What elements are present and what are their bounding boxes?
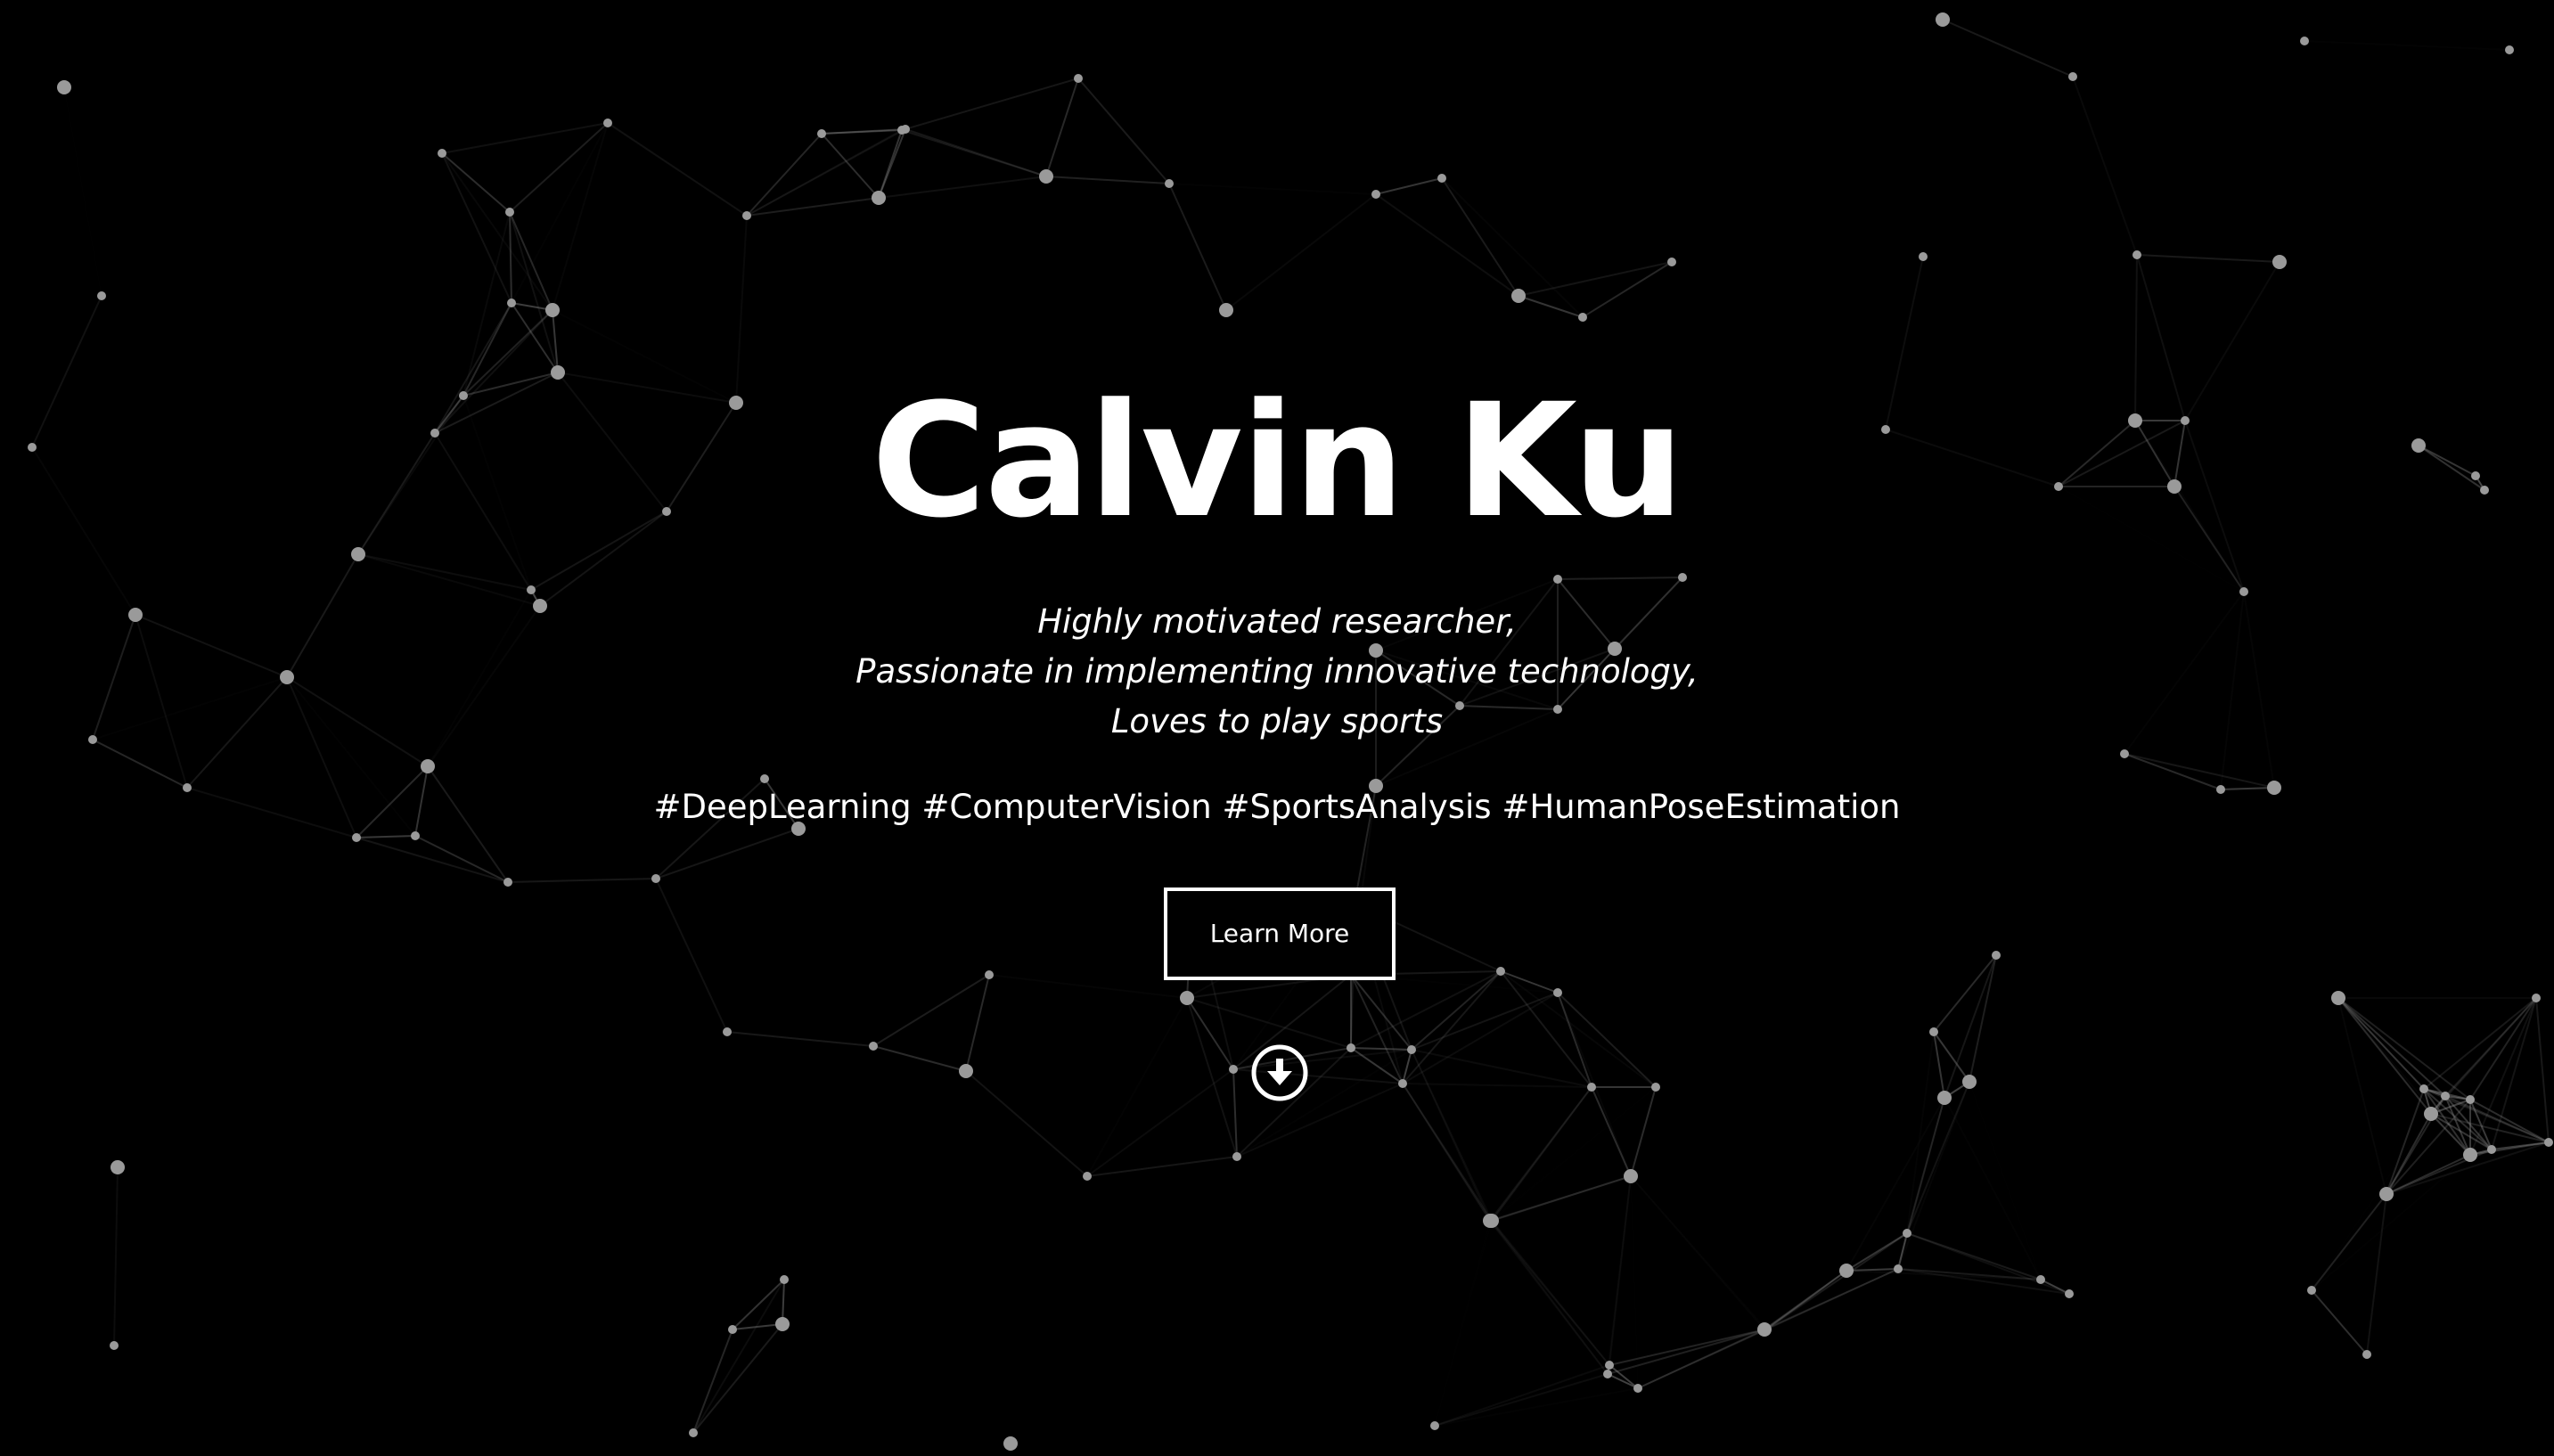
learn-more-button[interactable]: Learn More (1164, 888, 1396, 980)
tagline-line-3: Loves to play sports (1110, 702, 1444, 740)
tagline-line-2: Passionate in implementing innovative te… (855, 652, 1699, 691)
arrow-down-circle-icon (1251, 1044, 1308, 1101)
hashtags: #DeepLearning #ComputerVision #SportsAna… (653, 788, 1901, 826)
hero-title: Calvin Ku (871, 370, 1684, 552)
scroll-down-button[interactable] (1249, 1043, 1310, 1103)
hero-content: Calvin Ku Highly motivated researcher, P… (0, 0, 2554, 1456)
tagline-line-1: Highly motivated researcher, (1037, 602, 1517, 641)
hero-section: Calvin Ku Highly motivated researcher, P… (0, 0, 2554, 1456)
